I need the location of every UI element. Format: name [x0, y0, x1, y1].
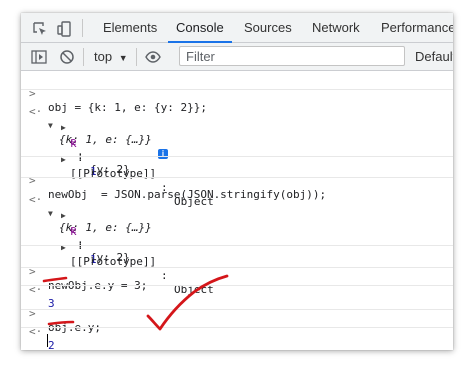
clear-console-icon[interactable] [59, 49, 75, 65]
console-divider [21, 89, 453, 90]
console-result-line: <· 3 [21, 269, 453, 310]
console-result-line: <· ▼ {k: 1, e: {…}} i [21, 91, 453, 159]
context-selector[interactable]: top ▼ [94, 43, 128, 70]
console-input-line: > obj.e.y; [21, 293, 453, 334]
console-toolbar: top ▼ Default [21, 43, 453, 71]
device-toolbar-icon[interactable] [57, 21, 73, 37]
tab-sources[interactable]: Sources [244, 13, 292, 42]
console-divider [21, 309, 453, 310]
devtools-window: Elements Console Sources Network Perform… [21, 13, 453, 350]
console-result-line: <· ▼ {k: 1, e: {…}} [21, 179, 453, 234]
console-prompt-line[interactable]: > [21, 333, 453, 350]
tab-bar-separator [82, 19, 83, 37]
console-result-line: <· 2 [21, 311, 453, 350]
console-divider [21, 327, 453, 328]
active-prompt-chevron: > [29, 347, 36, 350]
devtools-tab-bar: Elements Console Sources Network Perform… [21, 13, 453, 43]
inspect-element-icon[interactable] [32, 21, 48, 37]
console-divider [21, 267, 453, 268]
text-cursor [47, 334, 48, 347]
object-property: k : 1 [21, 123, 453, 178]
tab-elements[interactable]: Elements [103, 13, 157, 42]
toolbar-separator [83, 48, 84, 66]
tab-network[interactable]: Network [312, 13, 360, 42]
console-divider [21, 285, 453, 286]
chevron-down-icon: ▼ [118, 53, 128, 63]
console-divider [21, 177, 453, 178]
console-divider [21, 156, 453, 157]
object-property: ▶ [[Prototype]] : Object [21, 227, 453, 296]
console-divider [21, 245, 453, 246]
sidebar-toggle-icon[interactable] [31, 49, 47, 65]
object-property: ▶ [[Prototype]] : Object [21, 139, 453, 208]
object-property: ▶ e : {y: 2} [21, 195, 453, 264]
log-levels-dropdown[interactable]: Default [415, 43, 453, 70]
console-input-line: > newObj.e.y = 3; [21, 251, 453, 292]
console-output: > obj = {k: 1, e: {y: 2}}; <· ▼ {k: 1, e… [21, 71, 453, 350]
toolbar-separator [136, 48, 137, 66]
console-input-line: > newObj = JSON.parse(JSON.stringify(obj… [21, 160, 453, 201]
filter-input[interactable] [179, 46, 405, 66]
context-label: top [94, 49, 113, 64]
tab-performance[interactable]: Performance [381, 13, 453, 42]
tab-console[interactable]: Console [168, 13, 232, 43]
console-input-line: > obj = {k: 1, e: {y: 2}}; [21, 73, 453, 114]
eye-icon[interactable] [145, 49, 161, 65]
object-property: ▶ e : {y: 2} [21, 107, 453, 176]
object-property: k : 1 [21, 211, 453, 266]
